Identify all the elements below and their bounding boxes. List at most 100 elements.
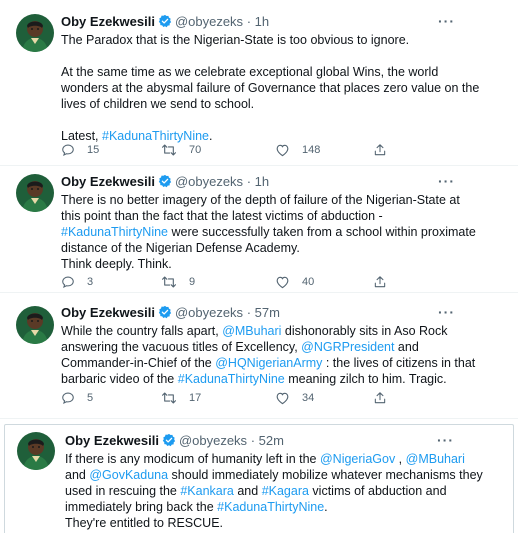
text-line: Commander-in-Chief of the @HQNigerianArm… bbox=[61, 355, 475, 371]
text-segment: . bbox=[324, 500, 328, 514]
hashtag-link[interactable]: #Kankara bbox=[180, 484, 234, 498]
reply-button[interactable]: 15 bbox=[61, 141, 99, 159]
retweet-icon bbox=[161, 143, 177, 157]
author-name[interactable]: Oby Ezekwesili bbox=[61, 305, 155, 320]
tweet-header: Oby Ezekwesili @obyezeks · 52m bbox=[65, 433, 284, 449]
reply-icon bbox=[61, 391, 75, 405]
text-segment: wonders at the abysmal failure of Govern… bbox=[61, 81, 480, 95]
tweet-header: Oby Ezekwesili @obyezeks · 57m bbox=[61, 305, 280, 321]
timestamp[interactable]: 52m bbox=[259, 433, 284, 448]
share-button[interactable] bbox=[373, 141, 387, 159]
timestamp[interactable]: 1h bbox=[255, 174, 269, 189]
avatar[interactable] bbox=[17, 432, 55, 470]
tweet[interactable]: Oby Ezekwesili @obyezeks · 52m ··· If there… bbox=[4, 424, 514, 533]
text-line: They're entitled to RESCUE. bbox=[65, 515, 483, 531]
tweet-header: Oby Ezekwesili @obyezeks · 1h bbox=[61, 14, 269, 30]
share-icon bbox=[373, 391, 387, 405]
hashtag-link[interactable]: #KadunaThirtyNine bbox=[61, 225, 168, 239]
tweet-divider bbox=[0, 418, 518, 419]
timestamp[interactable]: 1h bbox=[255, 14, 269, 29]
text-line: wonders at the abysmal failure of Govern… bbox=[61, 80, 479, 96]
mention-link[interactable]: @MBuhari bbox=[222, 324, 281, 338]
retweet-button[interactable]: 9 bbox=[161, 273, 195, 291]
text-segment: Commander-in-Chief of the bbox=[61, 356, 216, 370]
mention-link[interactable]: @HQNigerianArmy bbox=[215, 356, 322, 370]
retweet-button[interactable]: 70 bbox=[161, 141, 201, 159]
text-line: this point than the fact that the latest… bbox=[61, 208, 476, 224]
more-options-icon[interactable]: ··· bbox=[438, 305, 455, 319]
retweets-count: 9 bbox=[189, 276, 196, 288]
verified-badge-icon bbox=[158, 305, 172, 323]
text-line: #KadunaThirtyNine were successfully take… bbox=[61, 224, 476, 240]
like-button[interactable]: 34 bbox=[275, 389, 314, 407]
replies-count: 3 bbox=[87, 276, 94, 288]
avatar[interactable] bbox=[16, 174, 54, 212]
text-segment: barbaric video of the bbox=[61, 372, 178, 386]
author-name[interactable]: Oby Ezekwesili bbox=[61, 14, 155, 29]
text-segment: : the lives of citizens in that bbox=[322, 356, 476, 370]
author-handle[interactable]: @obyezeks bbox=[179, 433, 247, 448]
hashtag-link[interactable]: #KadunaThirtyNine bbox=[178, 372, 285, 386]
like-button[interactable]: 40 bbox=[275, 273, 314, 291]
author-handle[interactable]: @obyezeks bbox=[175, 14, 243, 29]
reply-button[interactable]: 3 bbox=[61, 273, 93, 291]
share-button[interactable] bbox=[373, 273, 387, 291]
text-segment: lives of children we send to school. bbox=[61, 97, 255, 111]
more-options-icon[interactable]: ··· bbox=[437, 433, 454, 447]
like-icon bbox=[275, 275, 290, 289]
tweet[interactable]: Oby Ezekwesili @obyezeks · 57m ··· While th… bbox=[0, 293, 518, 418]
avatar[interactable] bbox=[16, 306, 54, 344]
like-icon bbox=[275, 143, 290, 157]
retweets-count: 17 bbox=[189, 392, 202, 404]
separator-dot: · bbox=[250, 433, 256, 448]
like-icon bbox=[275, 391, 290, 405]
text-line: If there is any modicum of humanity left… bbox=[65, 451, 483, 467]
text-line: At the same time as we celebrate excepti… bbox=[61, 64, 479, 80]
text-line: Think deeply. Think. bbox=[61, 256, 476, 272]
reply-button[interactable]: 5 bbox=[61, 389, 93, 407]
text-segment: . bbox=[209, 129, 213, 143]
avatar[interactable] bbox=[16, 14, 54, 52]
mention-link[interactable]: @NigeriaGov bbox=[320, 452, 395, 466]
mention-link[interactable]: @MBuhari bbox=[406, 452, 465, 466]
tweet-text: The Paradox that is the Nigerian-State i… bbox=[61, 32, 479, 144]
text-segment: immediately bring back the bbox=[65, 500, 218, 514]
more-options-icon[interactable]: ··· bbox=[438, 14, 455, 28]
text-segment: If there is any modicum of humanity left… bbox=[65, 452, 320, 466]
tweet-text: There is no better imagery of the depth … bbox=[61, 192, 476, 272]
text-segment: The Paradox that is the Nigerian-State i… bbox=[61, 33, 410, 47]
text-line: and @GovKaduna should immediately mobili… bbox=[65, 467, 483, 483]
like-button[interactable]: 148 bbox=[275, 141, 320, 159]
text-line: The Paradox that is the Nigerian-State i… bbox=[61, 32, 479, 48]
author-handle[interactable]: @obyezeks bbox=[175, 174, 243, 189]
tweet-text: While the country falls apart, @MBuhari … bbox=[61, 323, 475, 387]
mention-link[interactable]: @NGRPresident bbox=[301, 340, 394, 354]
tweet[interactable]: Oby Ezekwesili @obyezeks · 1h ··· The Parad… bbox=[0, 0, 518, 165]
share-button[interactable] bbox=[373, 389, 387, 407]
retweet-button[interactable]: 17 bbox=[161, 389, 201, 407]
retweet-icon bbox=[161, 275, 177, 289]
text-segment: and bbox=[394, 340, 419, 354]
more-options-icon[interactable]: ··· bbox=[438, 174, 455, 188]
text-segment: dishonorably sits in Aso Rock bbox=[281, 324, 448, 338]
author-name[interactable]: Oby Ezekwesili bbox=[65, 433, 159, 448]
author-name[interactable]: Oby Ezekwesili bbox=[61, 174, 155, 189]
text-line: lives of children we send to school. bbox=[61, 96, 479, 112]
text-segment: were successfully taken from a school wi… bbox=[168, 225, 476, 239]
mention-link[interactable]: @GovKaduna bbox=[89, 468, 168, 482]
hashtag-link[interactable]: #KadunaThirtyNine bbox=[217, 500, 324, 514]
text-segment: They're entitled to RESCUE. bbox=[65, 516, 224, 530]
author-handle[interactable]: @obyezeks bbox=[175, 305, 243, 320]
tweet-header: Oby Ezekwesili @obyezeks · 1h bbox=[61, 174, 269, 190]
retweet-icon bbox=[161, 391, 177, 405]
timestamp[interactable]: 57m bbox=[255, 305, 280, 320]
text-segment: should immediately mobilize whatever mec… bbox=[168, 468, 483, 482]
text-segment: this point than the fact that the latest… bbox=[61, 209, 383, 223]
separator-dot: · bbox=[246, 14, 252, 29]
verified-badge-icon bbox=[158, 174, 172, 192]
tweet[interactable]: Oby Ezekwesili @obyezeks · 1h ··· There is … bbox=[0, 166, 518, 292]
hashtag-link[interactable]: #Kagara bbox=[262, 484, 309, 498]
text-segment: answering the vacuous titles of Excellen… bbox=[61, 340, 302, 354]
likes-count: 148 bbox=[302, 144, 321, 156]
